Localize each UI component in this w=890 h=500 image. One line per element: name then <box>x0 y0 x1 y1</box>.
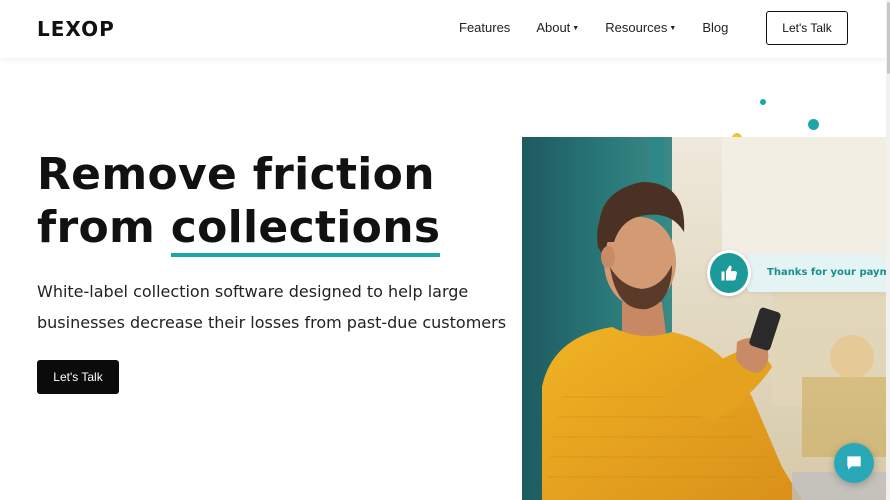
hero-title-line1: Remove friction <box>37 149 435 200</box>
nav-item-features[interactable]: Features <box>459 20 510 35</box>
hero-photo <box>522 137 886 500</box>
hero-subtitle: White-label collection software designed… <box>37 276 517 338</box>
logo[interactable]: LEXOP <box>37 17 115 41</box>
hero-title-line2-prefix: from <box>37 202 171 253</box>
hero-subtitle-line1: White-label collection software designed… <box>37 282 469 301</box>
site-header: LEXOP Features About ▼ Resources ▼ Blog … <box>0 0 890 58</box>
decorative-dot <box>808 119 819 130</box>
hero-subtitle-line2: businesses decrease their losses from pa… <box>37 313 507 332</box>
decorative-dot <box>760 99 766 105</box>
caret-down-icon: ▼ <box>572 24 580 32</box>
nav-item-blog[interactable]: Blog <box>702 20 728 35</box>
hero-title: Remove friction from collections <box>37 148 441 257</box>
nav-item-label: Blog <box>702 20 729 35</box>
nav-item-label: Features <box>459 20 511 35</box>
payment-notification: Thanks for your payment <box>707 250 886 296</box>
scrollbar[interactable] <box>886 0 890 500</box>
nav-item-label: About <box>536 20 571 35</box>
chat-button[interactable] <box>834 443 874 483</box>
nav-item-resources[interactable]: Resources ▼ <box>605 20 676 35</box>
hero-lets-talk-button[interactable]: Let's Talk <box>37 360 119 394</box>
main-nav: Features About ▼ Resources ▼ Blog <box>459 20 754 35</box>
notification-text: Thanks for your payment <box>767 267 886 278</box>
nav-item-label: Resources <box>605 20 668 35</box>
thumbs-up-icon <box>707 250 751 296</box>
header-lets-talk-button[interactable]: Let's Talk <box>766 11 848 45</box>
nav-item-about[interactable]: About ▼ <box>536 20 579 35</box>
caret-down-icon: ▼ <box>669 24 677 32</box>
hero-title-highlight: collections <box>170 202 441 257</box>
chat-bubble-icon <box>847 456 861 470</box>
